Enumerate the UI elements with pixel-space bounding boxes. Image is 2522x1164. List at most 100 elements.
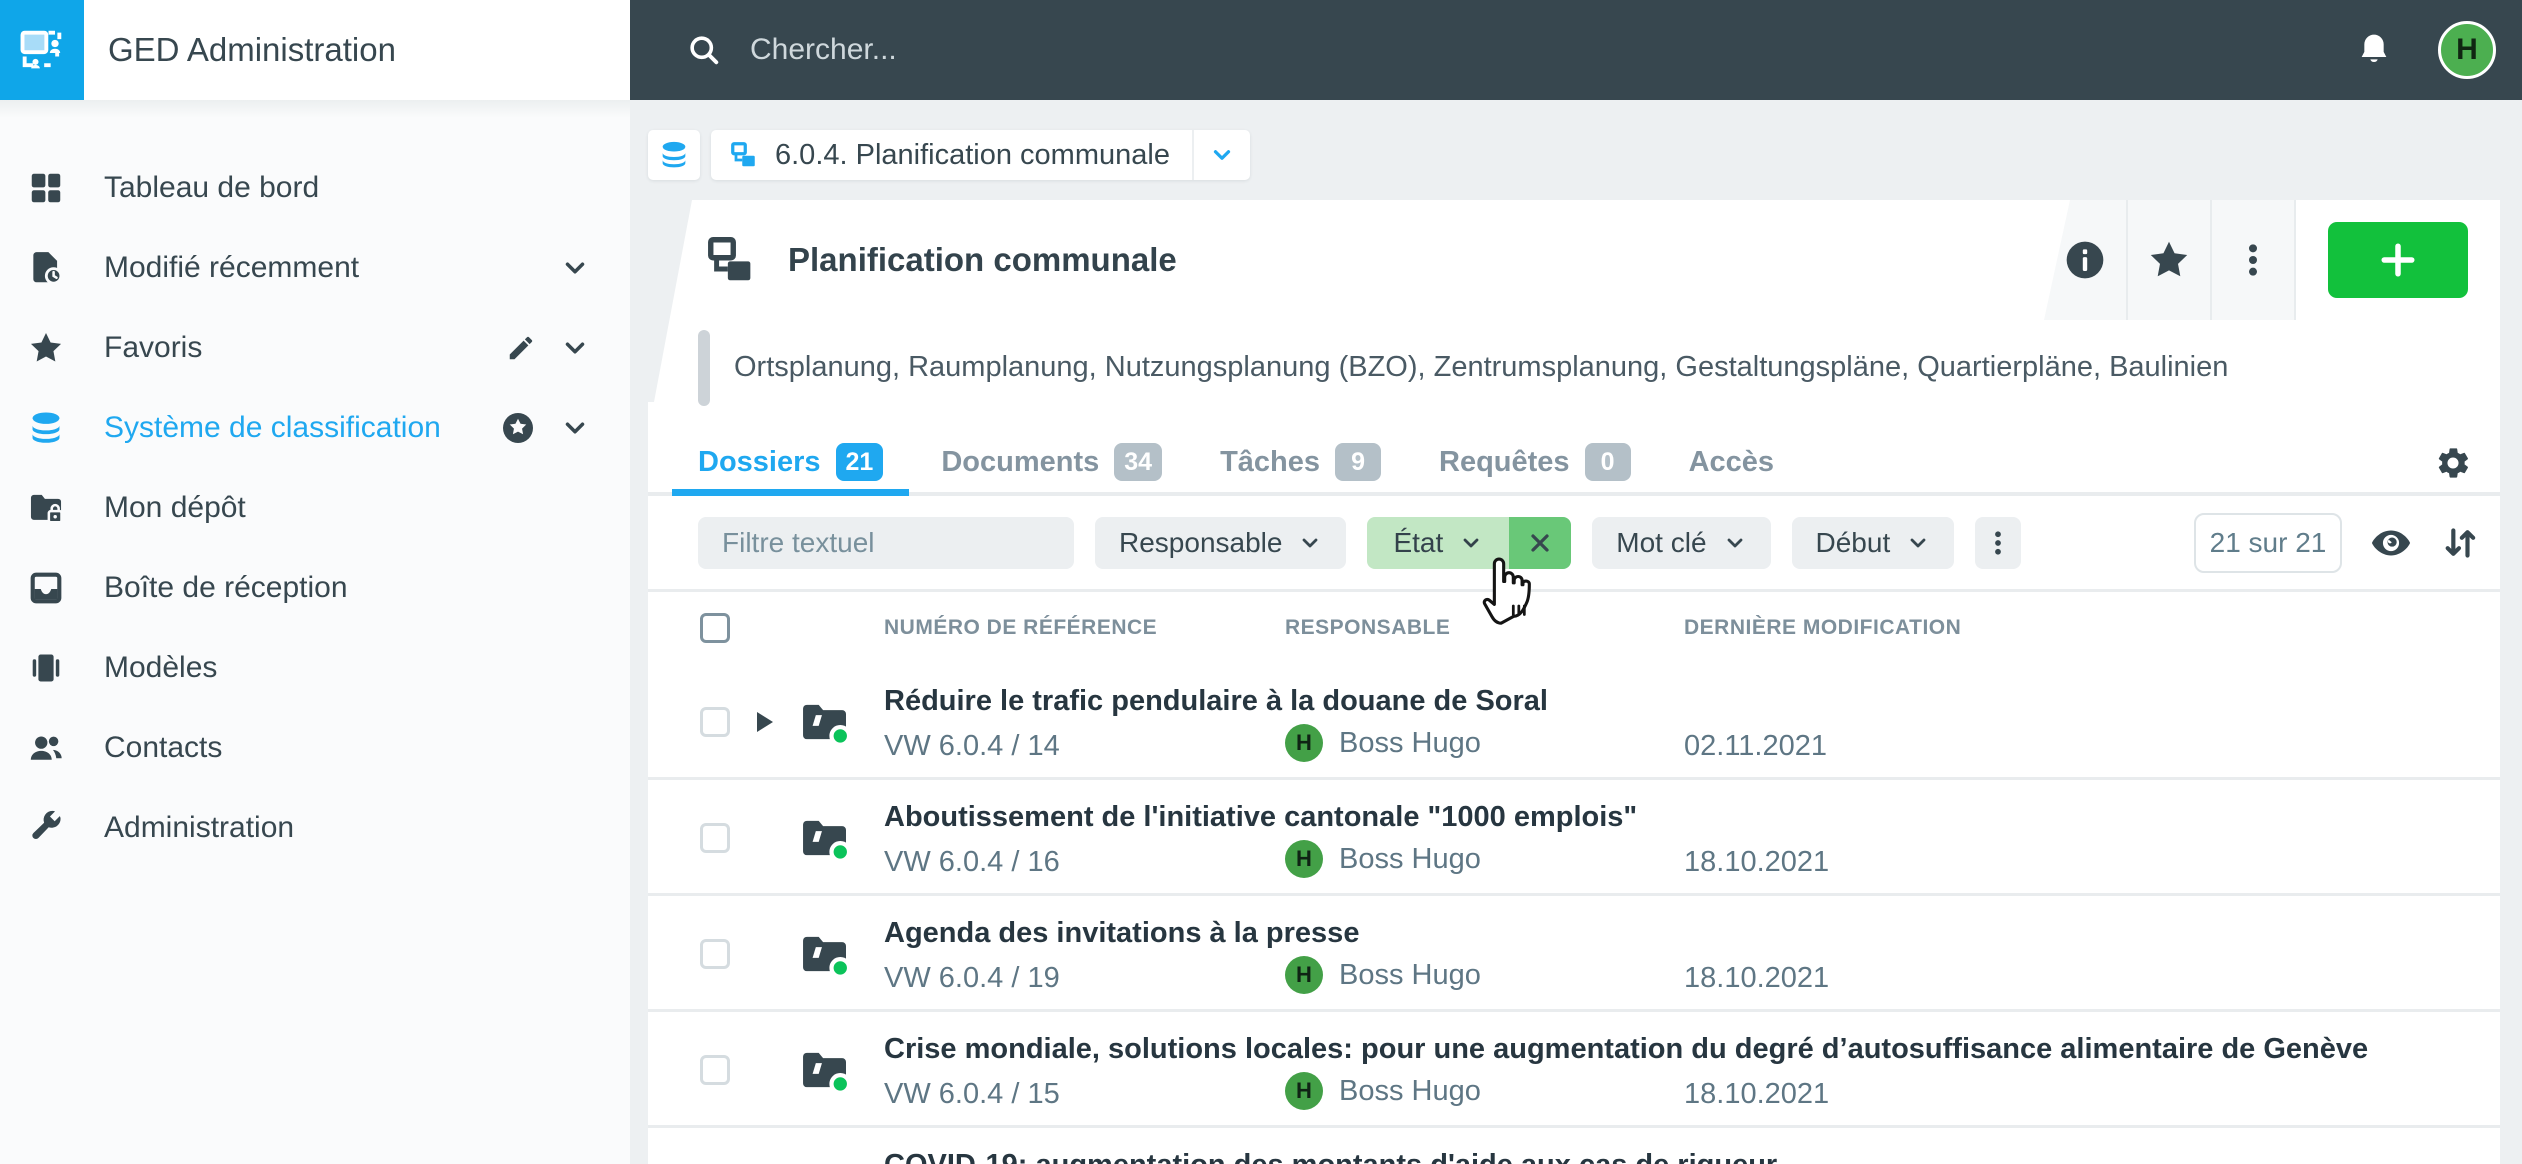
result-count: 21 sur 21	[2194, 512, 2342, 573]
sidebar-nav: Tableau de bord Modifié récemment Favori…	[0, 118, 630, 868]
sidebar-item-favorites[interactable]: Favoris	[0, 308, 630, 388]
tab-requetes[interactable]: Requêtes 0	[1439, 432, 1631, 492]
tab-taches[interactable]: Tâches 9	[1220, 432, 1382, 492]
chevron-down-icon[interactable]	[560, 253, 590, 283]
chevron-down-icon	[1910, 538, 1926, 547]
search-icon[interactable]	[686, 32, 722, 68]
filter-label: Mot clé	[1616, 526, 1707, 558]
table-header: NUMÉRO DE RÉFÉRENCE RESPONSABLE DERNIÈRE…	[648, 592, 2500, 664]
favorite-circle-icon[interactable]	[500, 410, 536, 446]
app-window: GED Administration Tableau de bord Modif…	[0, 0, 2522, 1164]
dossier-owner: H Boss Hugo	[1285, 722, 1684, 762]
text-filter-input[interactable]	[698, 516, 1074, 569]
sidebar-item-label: Tableau de bord	[104, 171, 320, 204]
row-checkbox[interactable]	[700, 1055, 730, 1085]
dossier-title[interactable]: COVID-19: augmentation des montants d'ai…	[862, 1149, 2500, 1164]
sidebar-item-my-repository[interactable]: Mon dépôt	[0, 468, 630, 548]
breadcrumb-dropdown-button[interactable]	[1194, 130, 1250, 180]
table-row[interactable]: Aboutissement de l'initiative cantonale …	[648, 780, 2500, 896]
edit-pencil-icon[interactable]	[506, 333, 536, 363]
chevron-down-icon[interactable]	[560, 413, 590, 443]
dossier-owner: H Boss Hugo	[1285, 954, 1684, 994]
visibility-button[interactable]	[2369, 521, 2413, 565]
sidebar-item-inbox[interactable]: Boîte de réception	[0, 548, 630, 628]
search-input[interactable]	[750, 33, 1650, 67]
info-button[interactable]	[2044, 200, 2126, 320]
app-logo[interactable]	[0, 0, 84, 100]
dossier-date: 02.11.2021	[1684, 730, 1827, 762]
dossier-title[interactable]: Aboutissement de l'initiative cantonale …	[862, 801, 2500, 838]
sidebar-item-dashboard[interactable]: Tableau de bord	[0, 148, 630, 228]
table-settings-button[interactable]	[2434, 444, 2472, 487]
sidebar-item-recently-modified[interactable]: Modifié récemment	[0, 228, 630, 308]
sidebar-item-classification-system[interactable]: Système de classification	[0, 388, 630, 468]
favorite-button[interactable]	[2126, 200, 2210, 320]
org-structure-icon	[708, 237, 751, 281]
sort-arrows-icon	[2445, 527, 2476, 558]
tab-acces[interactable]: Accès	[1689, 432, 1774, 492]
sidebar-item-templates[interactable]: Modèles	[0, 628, 630, 708]
dossier-owner: H Boss Hugo	[1285, 1070, 1684, 1110]
dossier-folder-icon	[800, 817, 852, 863]
dossier-date: 18.10.2021	[1684, 962, 1830, 994]
column-header-modification[interactable]: DERNIÈRE MODIFICATION	[1684, 616, 2500, 640]
global-search	[686, 32, 2354, 68]
sidebar-item-administration[interactable]: Administration	[0, 788, 630, 868]
filter-responsable[interactable]: Responsable	[1095, 516, 1347, 569]
folder-lock-icon	[26, 488, 66, 528]
row-checkbox[interactable]	[700, 707, 730, 737]
filter-etat[interactable]: État	[1367, 516, 1510, 569]
database-icon	[26, 408, 66, 448]
owner-name: Boss Hugo	[1339, 726, 1481, 759]
add-button[interactable]	[2328, 222, 2468, 298]
sort-button[interactable]	[2440, 523, 2480, 563]
main-area: 6.0.4. Planification communale Planifica…	[630, 100, 2522, 1164]
wrench-icon	[26, 808, 66, 848]
ged-logo-icon	[20, 30, 62, 69]
more-filters-button[interactable]	[1975, 516, 2022, 569]
select-all-checkbox[interactable]	[700, 613, 730, 643]
tabs: Dossiers 21 Documents 34 Tâches 9 Requêt…	[648, 432, 2500, 496]
breadcrumb-current-chip[interactable]: 6.0.4. Planification communale	[711, 130, 1250, 180]
app-title: GED Administration	[108, 31, 396, 68]
chevron-down-icon	[1213, 150, 1231, 160]
tab-label: Accès	[1688, 445, 1775, 478]
tab-documents[interactable]: Documents 34	[941, 432, 1163, 492]
table-row[interactable]: COVID-19: augmentation des montants d'ai…	[648, 1128, 2500, 1164]
dossier-reference: VW 6.0.4 / 16	[884, 846, 1060, 878]
dossier-title[interactable]: Agenda des invitations à la presse	[862, 917, 2500, 954]
filter-bar: Responsable État Mot clé	[648, 496, 2500, 592]
filter-etat-clear-button[interactable]	[1509, 516, 1572, 569]
tab-count-badge: 21	[835, 443, 884, 481]
description-text: Ortsplanung, Raumplanung, Nutzungsplanun…	[734, 351, 2229, 384]
dossier-title[interactable]: Réduire le trafic pendulaire à la douane…	[862, 685, 2500, 722]
column-header-responsable[interactable]: RESPONSABLE	[1285, 616, 1684, 640]
tab-dossiers[interactable]: Dossiers 21	[671, 432, 910, 496]
filter-label: Début	[1815, 526, 1891, 558]
dossier-folder-icon	[800, 701, 852, 747]
filter-mot-cle[interactable]: Mot clé	[1592, 516, 1771, 569]
table-row[interactable]: Agenda des invitations à la presse VW 6.…	[648, 896, 2500, 1012]
breadcrumb-current-label: 6.0.4. Planification communale	[775, 138, 1170, 171]
expand-arrow-icon[interactable]	[757, 712, 773, 732]
chevron-down-icon	[1727, 538, 1742, 547]
more-actions-button[interactable]	[2210, 200, 2294, 320]
kebab-menu-icon	[2249, 244, 2257, 276]
kebab-menu-icon	[1995, 530, 2002, 555]
column-header-reference[interactable]: NUMÉRO DE RÉFÉRENCE	[862, 616, 1285, 640]
row-checkbox[interactable]	[700, 939, 730, 969]
table-row[interactable]: Réduire le trafic pendulaire à la douane…	[648, 664, 2500, 780]
row-checkbox[interactable]	[700, 823, 730, 853]
user-avatar[interactable]: H	[2438, 21, 2496, 79]
sidebar-item-contacts[interactable]: Contacts	[0, 708, 630, 788]
filter-debut[interactable]: Début	[1791, 516, 1955, 569]
breadcrumb-root-chip[interactable]	[648, 130, 700, 180]
dossier-title[interactable]: Crise mondiale, solutions locales: pour …	[862, 1033, 2500, 1070]
star-icon	[26, 328, 66, 368]
chevron-down-icon[interactable]	[560, 333, 590, 363]
table-row[interactable]: Crise mondiale, solutions locales: pour …	[648, 1012, 2500, 1128]
filter-label: État	[1393, 526, 1444, 558]
org-structure-icon	[731, 142, 755, 167]
gear-icon	[2438, 448, 2468, 478]
notifications-bell-icon[interactable]	[2354, 30, 2394, 70]
